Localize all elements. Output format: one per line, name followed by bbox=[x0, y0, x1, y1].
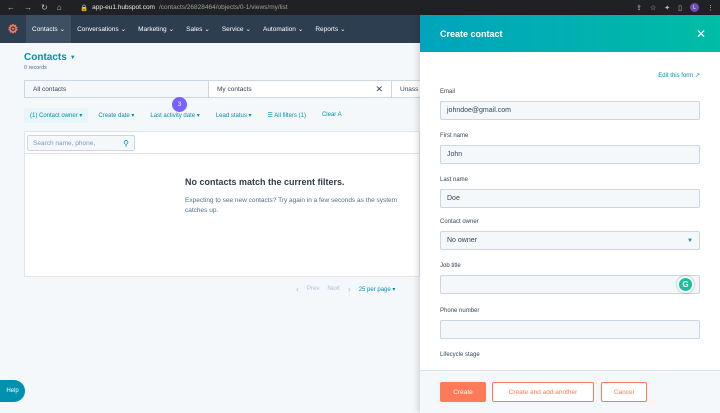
first-name-label: First name bbox=[440, 133, 469, 139]
chevron-down-icon: ⌄ bbox=[168, 26, 175, 33]
search-icon: ⚲ bbox=[123, 138, 129, 148]
prev-button[interactable]: Prev bbox=[307, 286, 319, 292]
phone-label: Phone number bbox=[440, 308, 480, 314]
tab-all-contacts[interactable]: All contacts bbox=[25, 81, 209, 97]
create-button[interactable]: Create bbox=[440, 382, 486, 402]
filter-contact-owner[interactable]: (1) Contact owner ▾ bbox=[24, 107, 89, 123]
view-tabs: All contacts My contacts ✕ Unass bbox=[24, 80, 423, 98]
filter-icon: ☰ bbox=[267, 112, 273, 119]
home-icon[interactable]: ⌂ bbox=[57, 3, 62, 12]
help-button[interactable]: Help bbox=[0, 380, 25, 402]
empty-state-text: Expecting to see new contacts? Try again… bbox=[185, 197, 398, 214]
chevron-left-icon[interactable]: ‹ bbox=[296, 284, 299, 294]
caret-down-icon: ▼ bbox=[687, 237, 693, 244]
page-header: Contacts ▼ 0 records bbox=[24, 52, 76, 71]
chevron-down-icon: ⌄ bbox=[59, 26, 66, 33]
nav-automation[interactable]: Automation ⌄ bbox=[257, 15, 309, 43]
last-name-field[interactable]: Doe bbox=[440, 189, 700, 208]
filter-create-date[interactable]: Create date ▾ bbox=[92, 108, 140, 123]
chevron-down-icon: ⌄ bbox=[120, 26, 127, 33]
contact-owner-label: Contact owner bbox=[440, 219, 479, 225]
divider bbox=[25, 153, 419, 154]
filter-bar: (1) Contact owner ▾ Create date ▾ Last a… bbox=[24, 97, 348, 124]
pagination: ‹ Prev Next › 25 per page ▾ bbox=[296, 284, 395, 294]
nav-contacts[interactable]: Contacts ⌄ bbox=[26, 15, 72, 43]
next-button[interactable]: Next bbox=[327, 286, 339, 292]
panel-header: Create contact ✕ bbox=[420, 15, 720, 52]
contacts-table: Search name, phone, ⚲ No contacts match … bbox=[24, 131, 420, 277]
star-icon[interactable]: ☆ bbox=[650, 4, 656, 12]
filter-lead-status[interactable]: Lead status ▾ bbox=[210, 108, 258, 123]
external-link-icon: ↗ bbox=[694, 73, 700, 79]
nav-reports[interactable]: Reports ⌄ bbox=[309, 15, 351, 43]
contact-owner-select[interactable]: No owner ▼ bbox=[440, 231, 700, 250]
forward-icon[interactable]: → bbox=[24, 3, 32, 12]
hubspot-logo-icon[interactable]: ⚙ bbox=[0, 15, 26, 43]
grammarly-icon[interactable]: G bbox=[677, 276, 694, 293]
caret-down-icon: ▼ bbox=[69, 54, 76, 61]
create-contact-panel: Create contact ✕ Edit this form ↗ Email … bbox=[420, 15, 720, 413]
url-path: /contacts/26828464/objects/0-1/views/my/… bbox=[158, 4, 288, 11]
phone-field[interactable] bbox=[440, 320, 700, 339]
nav-service[interactable]: Service ⌄ bbox=[216, 15, 257, 43]
chevron-right-icon[interactable]: › bbox=[348, 284, 351, 294]
sidebar-icon[interactable]: ▯ bbox=[678, 4, 682, 12]
url-host: app-eu1.hubspot.com bbox=[92, 4, 155, 11]
chevron-down-icon: ⌄ bbox=[204, 26, 210, 33]
back-icon[interactable]: ← bbox=[7, 3, 15, 12]
job-title-label: Job title bbox=[440, 263, 461, 269]
browser-nav: ← → ↻ ⌂ bbox=[0, 3, 80, 12]
tab-unassigned[interactable]: Unass bbox=[392, 81, 422, 97]
chevron-down-icon: ⌄ bbox=[340, 26, 346, 33]
edit-form-link[interactable]: Edit this form ↗ bbox=[658, 72, 700, 79]
nav-sales[interactable]: Sales ⌄ bbox=[180, 15, 216, 43]
cancel-button[interactable]: Cancel bbox=[601, 382, 647, 402]
share-icon[interactable]: ⇪ bbox=[636, 4, 642, 12]
close-icon[interactable]: ✕ bbox=[696, 27, 706, 41]
extensions-icon[interactable]: ✦ bbox=[664, 4, 670, 12]
step-badge: 3 bbox=[172, 97, 187, 112]
nav-conversations[interactable]: Conversations ⌄ bbox=[71, 15, 132, 43]
email-label: Email bbox=[440, 89, 456, 95]
page-title[interactable]: Contacts ▼ bbox=[24, 52, 76, 63]
tab-my-contacts[interactable]: My contacts ✕ bbox=[209, 81, 392, 97]
search-placeholder: Search name, phone, bbox=[33, 139, 96, 147]
browser-menu-icon[interactable]: ⋮ bbox=[707, 4, 714, 12]
address-bar[interactable]: 🔒 app-eu1.hubspot.com/contacts/26828464/… bbox=[80, 4, 288, 12]
lock-icon: 🔒 bbox=[80, 4, 89, 12]
lifecycle-stage-label: Lifecycle stage bbox=[440, 352, 480, 358]
close-icon[interactable]: ✕ bbox=[375, 84, 383, 95]
chevron-down-icon: ⌄ bbox=[297, 26, 304, 33]
chevron-down-icon: ⌄ bbox=[245, 26, 251, 33]
per-page-select[interactable]: 25 per page ▾ bbox=[359, 286, 396, 293]
clear-filters-button[interactable]: Clear A bbox=[316, 108, 348, 122]
search-input[interactable]: Search name, phone, ⚲ bbox=[27, 135, 135, 151]
browser-toolbar: ← → ↻ ⌂ 🔒 app-eu1.hubspot.com/contacts/2… bbox=[0, 0, 720, 15]
profile-avatar[interactable]: L bbox=[690, 3, 699, 12]
job-title-field[interactable] bbox=[440, 275, 700, 294]
panel-title: Create contact bbox=[440, 28, 503, 39]
last-name-label: Last name bbox=[440, 177, 469, 183]
record-count: 0 records bbox=[24, 65, 47, 71]
empty-state-title: No contacts match the current filters. bbox=[185, 177, 345, 187]
create-and-add-another-button[interactable]: Create and add another bbox=[492, 382, 594, 402]
nav-marketing[interactable]: Marketing ⌄ bbox=[132, 15, 180, 43]
all-filters-button[interactable]: ☰ All filters (1) bbox=[262, 108, 312, 123]
reload-icon[interactable]: ↻ bbox=[41, 3, 48, 12]
panel-footer: Create Create and add another Cancel bbox=[420, 370, 720, 413]
email-field[interactable]: johndoe@gmail.com bbox=[440, 101, 700, 120]
first-name-field[interactable]: John bbox=[440, 145, 700, 164]
